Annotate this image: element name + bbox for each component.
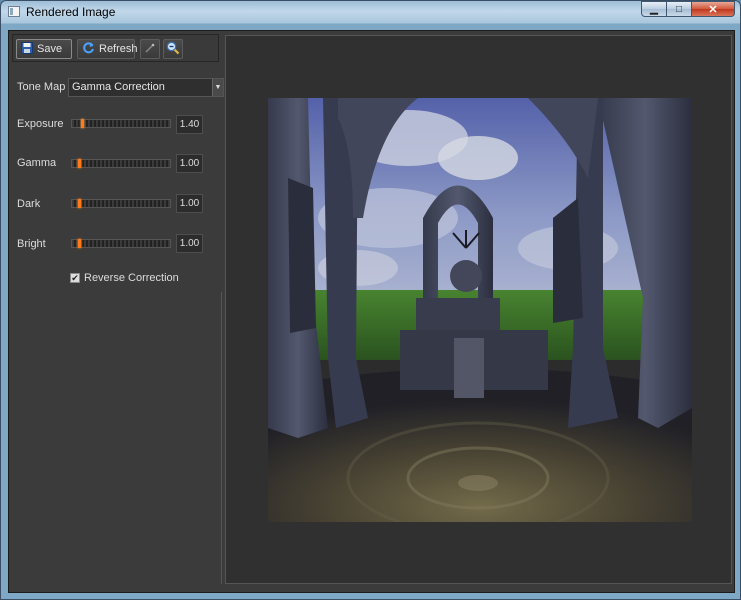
dark-slider[interactable] (71, 199, 171, 208)
reverse-correction-label: Reverse Correction (84, 272, 179, 284)
magic-wand-icon (144, 42, 156, 57)
rendered-image (268, 98, 692, 522)
bright-value[interactable]: 1.00 (176, 234, 203, 253)
dark-label: Dark (17, 198, 41, 210)
panel-divider (221, 292, 222, 584)
slider-thumb[interactable] (78, 239, 81, 248)
client-area: Save Refresh Tone Map Gamma Correction ▼… (8, 30, 735, 593)
exposure-value[interactable]: 1.40 (176, 115, 203, 134)
gamma-slider[interactable] (71, 159, 171, 168)
save-label: Save (37, 43, 63, 55)
application-window: Rendered Image ▁ □ ✕ Save Refresh Tone M… (0, 0, 741, 600)
refresh-label: Refresh (99, 43, 138, 55)
tone-map-selected-value: Gamma Correction (72, 81, 165, 93)
save-button[interactable]: Save (16, 39, 72, 59)
tone-map-select[interactable]: Gamma Correction ▼ (68, 78, 224, 97)
dark-value[interactable]: 1.00 (176, 194, 203, 213)
bright-slider[interactable] (71, 239, 171, 248)
magic-wand-button[interactable] (140, 39, 160, 59)
window-controls: ▁ □ ✕ (641, 1, 735, 18)
bright-label: Bright (17, 238, 46, 250)
dropdown-arrow-icon: ▼ (212, 79, 223, 96)
zoom-out-icon (166, 41, 180, 58)
refresh-button[interactable]: Refresh (77, 39, 138, 59)
window-icon (8, 6, 20, 17)
slider-thumb[interactable] (78, 159, 81, 168)
maximize-button[interactable]: □ (667, 1, 692, 17)
close-button[interactable]: ✕ (692, 1, 735, 17)
slider-thumb[interactable] (81, 119, 84, 128)
rendered-scene-graphic (268, 98, 692, 522)
reverse-correction-option[interactable]: ✔ Reverse Correction (70, 272, 179, 284)
slider-thumb[interactable] (78, 199, 81, 208)
save-icon (21, 41, 33, 57)
reverse-correction-checkbox[interactable]: ✔ (70, 273, 80, 283)
zoom-out-button[interactable] (163, 39, 183, 59)
title-bar[interactable]: Rendered Image ▁ □ ✕ (1, 1, 740, 23)
minimize-button[interactable]: ▁ (641, 1, 667, 17)
exposure-slider[interactable] (71, 119, 171, 128)
gamma-value[interactable]: 1.00 (176, 154, 203, 173)
refresh-icon (82, 41, 95, 57)
window-title: Rendered Image (26, 5, 116, 19)
settings-panel: Save Refresh Tone Map Gamma Correction ▼… (9, 31, 224, 584)
toolbar: Save Refresh (12, 34, 219, 62)
exposure-label: Exposure (17, 118, 64, 130)
gamma-label: Gamma (17, 157, 57, 169)
tone-map-label: Tone Map (17, 81, 66, 93)
image-viewport[interactable] (225, 35, 732, 584)
